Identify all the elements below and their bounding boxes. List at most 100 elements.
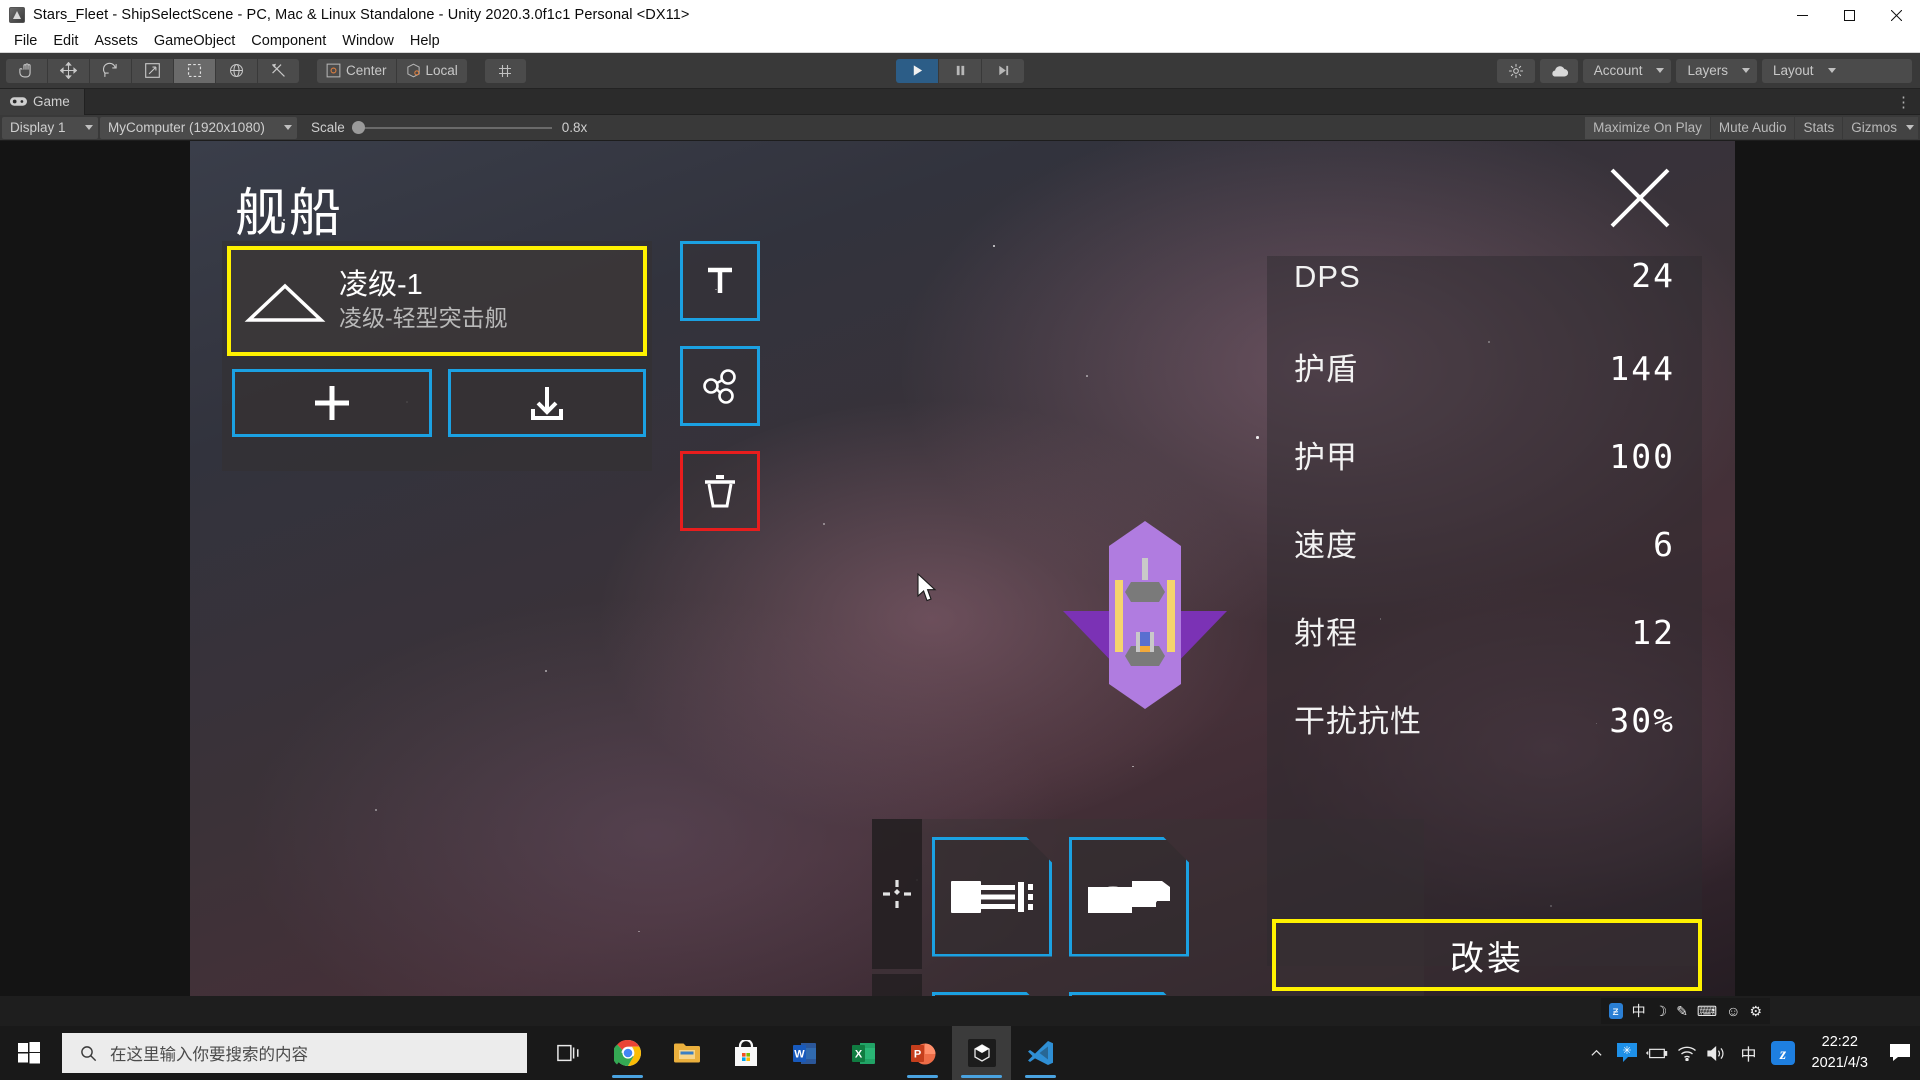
mute-audio-toggle[interactable]: Mute Audio (1710, 116, 1795, 139)
tab-game[interactable]: Game (0, 88, 85, 115)
close-panel-button[interactable] (1605, 163, 1675, 233)
menu-file[interactable]: File (6, 30, 45, 52)
clock[interactable]: 22:22 2021/4/3 (1800, 1026, 1880, 1080)
step-button[interactable] (982, 58, 1024, 83)
ime-person-icon[interactable]: ☺ (1726, 1003, 1740, 1019)
stats-toggle[interactable]: Stats (1795, 116, 1843, 139)
refit-button[interactable]: 改装 (1272, 919, 1702, 991)
mouse-pointer (917, 572, 939, 610)
maximize-on-play-toggle[interactable]: Maximize On Play (1585, 116, 1710, 139)
game-canvas: 舰船 凌级-1 凌级-轻型突击舰 DPS 24 护盾 144 护甲 100 速度… (190, 141, 1735, 996)
close-window-button[interactable] (1873, 0, 1920, 30)
unity-icon (967, 1039, 996, 1067)
layout-dropdown[interactable]: Layout (1762, 58, 1912, 83)
message-blue-icon[interactable]: ✳ (1612, 1026, 1642, 1080)
minimize-button[interactable] (1779, 0, 1826, 30)
delete-ship-button[interactable] (680, 451, 760, 531)
hand-tool-button[interactable] (6, 58, 47, 83)
cloud-icon[interactable] (1539, 58, 1578, 83)
tab-options-menu[interactable]: ⋮ (1896, 93, 1912, 111)
microsoft-store-button[interactable] (716, 1026, 775, 1080)
gizmos-dropdown[interactable]: Gizmos (1843, 116, 1918, 139)
vscode-button[interactable] (1011, 1026, 1070, 1080)
view-tabbar: Game ⋮ (0, 88, 1920, 115)
excel-button[interactable]: X (834, 1026, 893, 1080)
vscode-icon (1027, 1041, 1053, 1065)
module-slot[interactable] (932, 837, 1052, 957)
text-t-icon (708, 267, 732, 293)
grid-snap-icon[interactable] (484, 58, 526, 83)
ime-settings-icon[interactable]: ⚙ (1749, 1003, 1762, 1020)
rename-ship-button[interactable] (680, 241, 760, 321)
search-input[interactable]: 在这里输入你要搜索的内容 (62, 1033, 527, 1073)
laser-cannon-icon (1086, 873, 1172, 921)
share-ship-button[interactable] (680, 346, 760, 426)
refit-button-label: 改装 (1450, 939, 1524, 978)
ime-pen-icon[interactable]: ☽ (1655, 1003, 1668, 1020)
pause-button[interactable] (939, 58, 981, 83)
menu-component[interactable]: Component (243, 30, 334, 52)
show-hidden-icons-icon[interactable] (1582, 1026, 1612, 1080)
window-controls (1779, 0, 1920, 30)
module-slot[interactable] (1069, 992, 1189, 997)
scale-label: Scale (311, 120, 345, 135)
custom-tool-button[interactable] (258, 58, 299, 83)
excel-icon: X (851, 1042, 875, 1064)
ime-tool-icon[interactable]: ✎ (1676, 1003, 1688, 1020)
tray-ime-lang[interactable]: 中 (1732, 1026, 1766, 1080)
menu-window[interactable]: Window (334, 30, 402, 52)
wifi-icon[interactable] (1672, 1026, 1702, 1080)
handle-rotation-button[interactable]: Local (396, 58, 467, 83)
services-icon[interactable] (1496, 58, 1535, 83)
scale-slider-knob[interactable] (351, 121, 365, 134)
z-app-icon[interactable]: z (1766, 1026, 1800, 1080)
scale-tool-button[interactable] (132, 58, 173, 83)
ship-sprite-preview (1045, 516, 1245, 736)
menu-gameobject[interactable]: GameObject (146, 30, 243, 52)
battery-icon[interactable] (1642, 1026, 1672, 1080)
move-tool-button[interactable] (48, 58, 89, 83)
menu-assets[interactable]: Assets (86, 30, 146, 52)
import-ship-button[interactable] (448, 369, 646, 437)
pivot-mode-button[interactable]: Center (317, 58, 396, 83)
window-titlebar: Stars_Fleet - ShipSelectScene - PC, Mac … (0, 0, 1920, 30)
volume-icon[interactable] (1702, 1026, 1732, 1080)
ship-list-panel: 凌级-1 凌级-轻型突击舰 (222, 241, 652, 471)
trash-icon (705, 475, 735, 508)
play-button[interactable] (896, 58, 938, 83)
ship-action-column (680, 241, 760, 556)
scale-slider[interactable] (351, 121, 552, 134)
ime-keyboard-icon[interactable]: ⌨ (1697, 1003, 1717, 1020)
layers-dropdown[interactable]: Layers (1676, 58, 1757, 83)
stat-row: 射程 12 (1267, 608, 1702, 696)
ime-lang-label[interactable]: 中 (1632, 1001, 1646, 1021)
maximize-button[interactable] (1826, 0, 1873, 30)
unity-button[interactable] (952, 1026, 1011, 1080)
svg-text:P: P (913, 1048, 920, 1060)
resolution-dropdown[interactable]: MyComputer (1920x1080) (100, 116, 297, 139)
add-ship-button[interactable] (232, 369, 432, 437)
word-button[interactable]: W (775, 1026, 834, 1080)
start-button[interactable] (0, 1026, 58, 1080)
module-slot[interactable] (1069, 837, 1189, 957)
display-dropdown[interactable]: Display 1 (2, 116, 98, 139)
gizmos-label: Gizmos (1851, 120, 1897, 135)
ship-list-item[interactable]: 凌级-1 凌级-轻型突击舰 (227, 246, 647, 356)
account-dropdown[interactable]: Account (1582, 58, 1672, 83)
stat-value: 6 (1653, 525, 1675, 564)
tab-game-label: Game (33, 94, 70, 109)
transform-tool-button[interactable] (216, 58, 257, 83)
rotate-tool-button[interactable] (90, 58, 131, 83)
menu-help[interactable]: Help (402, 30, 448, 52)
module-slot[interactable] (932, 992, 1052, 997)
file-explorer-button[interactable] (657, 1026, 716, 1080)
chevron-down-icon (1656, 68, 1665, 73)
taskview-button[interactable] (539, 1026, 598, 1080)
ime-logo-icon[interactable]: ᵶ (1608, 1003, 1623, 1019)
rect-transform-tool-button[interactable] (174, 58, 215, 83)
module-slots (932, 819, 1189, 974)
chrome-button[interactable] (598, 1026, 657, 1080)
action-center-icon[interactable] (1880, 1026, 1920, 1080)
powerpoint-button[interactable]: P (893, 1026, 952, 1080)
menu-edit[interactable]: Edit (45, 30, 86, 52)
